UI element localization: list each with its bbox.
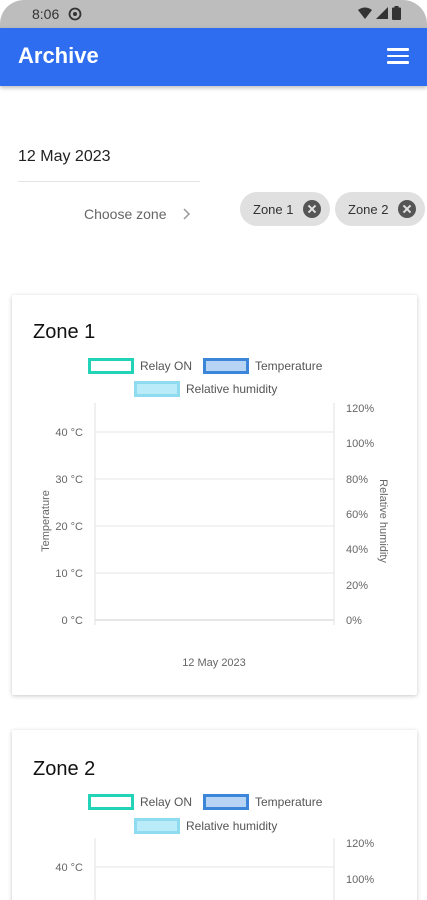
legend-label: Temperature (255, 795, 323, 809)
legend-humidity[interactable]: Relative humidity (134, 818, 277, 834)
y-left-tick: 0 °C (61, 615, 83, 627)
legend-label: Relay ON (140, 795, 193, 809)
zone-chart-card: Zone 2 Relay ON Temperature Relative hum… (12, 730, 417, 900)
chart-plot: 40 °C 30 °C 20 °C 10 °C 0 °C 120% 100% 8… (40, 403, 389, 669)
y-right-tick: 100% (346, 874, 374, 886)
legend-temperature[interactable]: Temperature (203, 358, 322, 374)
app-bar: Archive (0, 28, 427, 86)
hamburger-menu-icon[interactable] (387, 48, 409, 66)
legend-swatch (203, 794, 249, 810)
chip-label: Zone 2 (348, 201, 389, 217)
chip-label: Zone 1 (253, 201, 294, 217)
choose-zone-label: Choose zone (84, 206, 167, 222)
y-right-tick: 100% (346, 438, 374, 450)
chevron-right-icon (182, 208, 190, 220)
settings-notification-icon (68, 7, 82, 21)
zone-chart-card: Zone 1 Relay ON Temperature Relative hum… (12, 295, 417, 695)
y-left-tick: 40 °C (55, 427, 83, 439)
choose-zone-button[interactable]: Choose zone (84, 206, 191, 222)
remove-chip-icon[interactable] (303, 200, 322, 218)
wifi-icon (358, 7, 372, 19)
status-time: 8:06 (32, 6, 60, 22)
zone-chip[interactable]: Zone 1 (240, 192, 330, 226)
y-right-axis-title: Relative humidity (377, 479, 389, 563)
y-right-tick: 120% (346, 403, 374, 415)
card-title: Zone 2 (33, 758, 96, 780)
legend-swatch (134, 818, 180, 834)
legend-label: Relative humidity (186, 819, 278, 833)
status-icons (358, 6, 401, 20)
legend-swatch (203, 358, 249, 374)
legend-label: Temperature (255, 359, 323, 373)
legend-temperature[interactable]: Temperature (203, 794, 322, 810)
phone-screen: 8:06 Archive 12 May 2023 Choose zone Zon… (0, 0, 427, 900)
y-right-tick: 120% (346, 838, 374, 850)
legend-humidity[interactable]: Relative humidity (134, 381, 277, 397)
y-right-tick: 20% (346, 580, 368, 592)
page-title: Archive (18, 43, 99, 68)
cell-signal-icon (376, 7, 388, 19)
legend-swatch (88, 358, 134, 374)
legend-label: Relative humidity (186, 382, 278, 396)
y-right-tick: 80% (346, 474, 368, 486)
remove-chip-icon[interactable] (398, 200, 417, 218)
legend-relay-on[interactable]: Relay ON (88, 794, 192, 810)
zone-chip[interactable]: Zone 2 (335, 192, 425, 226)
legend-relay-on[interactable]: Relay ON (88, 358, 192, 374)
y-left-tick: 20 °C (55, 521, 83, 533)
y-left-tick: 30 °C (55, 474, 83, 486)
card-title: Zone 1 (33, 321, 96, 343)
legend-swatch (88, 794, 134, 810)
y-left-tick: 10 °C (55, 568, 83, 580)
x-axis-label: 12 May 2023 (182, 657, 246, 669)
legend-swatch (134, 381, 180, 397)
y-right-tick: 60% (346, 509, 368, 521)
y-left-axis-title: Temperature (40, 490, 52, 552)
status-bar: 8:06 (0, 0, 427, 28)
y-right-tick: 40% (346, 544, 368, 556)
battery-icon (392, 6, 401, 20)
chart-plot: 40 °C 120% 100% (55, 838, 374, 900)
y-right-tick: 0% (346, 615, 362, 627)
y-left-tick: 40 °C (55, 862, 83, 874)
date-field[interactable]: 12 May 2023 (18, 148, 200, 182)
legend-label: Relay ON (140, 359, 193, 373)
